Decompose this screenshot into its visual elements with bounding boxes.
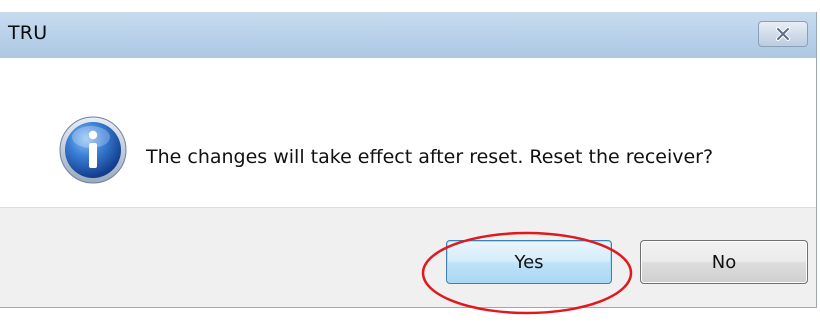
window-title: TRU [8,22,48,44]
close-icon [776,27,790,41]
message-text: The changes will take effect after reset… [146,146,714,168]
yes-button[interactable]: Yes [446,240,612,284]
info-icon [59,116,127,184]
message-dialog: TRU The changes will take effect after r… [0,12,817,308]
close-button[interactable] [758,21,808,47]
dialog-content: The changes will take effect after reset… [0,58,816,207]
no-button[interactable]: No [640,240,808,284]
title-bar[interactable]: TRU [0,12,816,58]
screenshot-stage: TRU The changes will take effect after r… [0,0,820,322]
button-bar: Yes No [0,207,816,307]
